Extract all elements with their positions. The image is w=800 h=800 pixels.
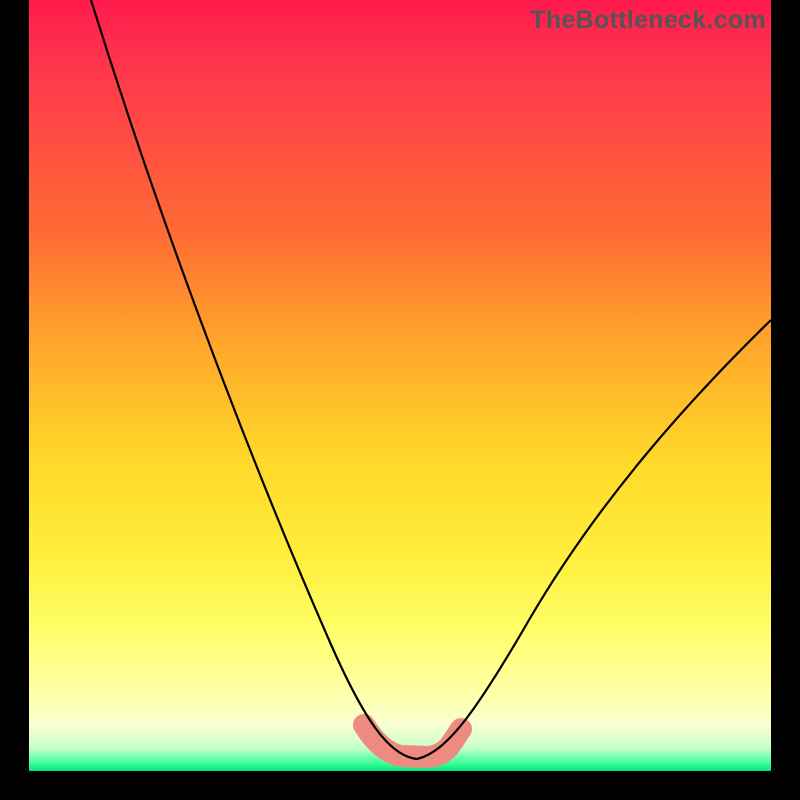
series-left-curve: [91, 0, 417, 759]
line-chart-svg: [29, 0, 771, 771]
chart-plot-area: [29, 0, 771, 771]
series-right-curve: [417, 320, 771, 759]
watermark-text: TheBottleneck.com: [530, 6, 766, 35]
